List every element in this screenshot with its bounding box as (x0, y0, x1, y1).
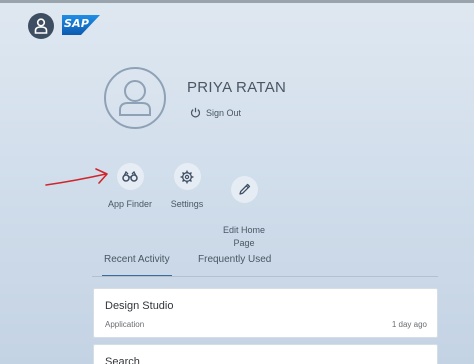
list-item[interactable]: Search (93, 344, 438, 364)
pencil-icon (238, 183, 250, 195)
list-item-type: Application (105, 320, 145, 329)
sign-out-button[interactable]: Sign Out (190, 107, 241, 118)
person-icon (34, 18, 48, 34)
annotation-arrow (45, 168, 108, 186)
window-top-border (0, 0, 474, 3)
list-item[interactable]: Design Studio Application 1 day ago (93, 288, 438, 338)
tab-frequently-used[interactable]: Frequently Used (198, 254, 271, 265)
gear-icon (180, 170, 194, 183)
user-name: PRIYA RATAN (187, 79, 287, 96)
user-menu-button[interactable] (28, 13, 54, 39)
logo-text: SAP (64, 17, 90, 30)
tab-recent-activity[interactable]: Recent Activity (102, 254, 172, 277)
list-item-title: Design Studio (105, 300, 174, 312)
sign-out-label: Sign Out (206, 107, 242, 118)
avatar (104, 67, 166, 129)
edit-home-page-label: Edit Home Page (222, 225, 266, 248)
binoculars-icon (122, 171, 138, 182)
list-item-time: 1 day ago (391, 320, 427, 329)
power-icon (190, 107, 201, 118)
tab-divider (92, 276, 438, 277)
edit-home-page-button[interactable]: Edit Home Page (209, 163, 279, 263)
person-icon (119, 80, 151, 116)
list-item-title: Search (105, 356, 140, 364)
